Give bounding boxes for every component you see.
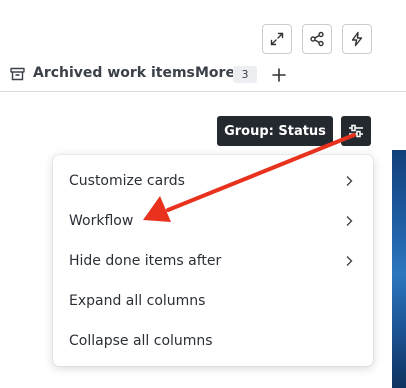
group-by-label: Group: Status <box>224 123 326 139</box>
tab-bar: Archived work items More 3 <box>0 58 406 92</box>
lightning-icon <box>351 31 363 47</box>
tab-archived-work-items[interactable]: Archived work items <box>33 65 195 81</box>
menu-item-workflow[interactable]: Workflow <box>53 201 373 241</box>
chevron-right-icon <box>346 256 353 266</box>
menu-item-expand-all-columns[interactable]: Expand all columns <box>53 281 373 321</box>
menu-item-label: Workflow <box>69 213 134 229</box>
automation-button[interactable] <box>342 24 372 54</box>
menu-item-label: Customize cards <box>69 173 185 189</box>
background-image-strip <box>392 150 406 388</box>
menu-item-label: Hide done items after <box>69 253 222 269</box>
expand-icon <box>270 32 284 46</box>
board-settings-menu: Customize cards Workflow Hide done items… <box>53 155 373 366</box>
share-button[interactable] <box>302 24 332 54</box>
group-by-button[interactable]: Group: Status <box>217 116 333 146</box>
menu-item-hide-done-items[interactable]: Hide done items after <box>53 241 373 281</box>
menu-item-label: Collapse all columns <box>69 333 213 349</box>
settings-sliders-icon <box>349 124 363 138</box>
share-icon <box>310 31 324 47</box>
menu-item-collapse-all-columns[interactable]: Collapse all columns <box>53 321 373 361</box>
menu-item-label: Expand all columns <box>69 293 206 309</box>
tab-more[interactable]: More <box>195 65 235 81</box>
expand-button[interactable] <box>262 24 292 54</box>
add-tab-icon[interactable] <box>271 67 287 83</box>
chevron-right-icon <box>346 176 353 186</box>
chevron-right-icon <box>346 216 353 226</box>
archive-icon <box>10 67 25 81</box>
menu-item-customize-cards[interactable]: Customize cards <box>53 161 373 201</box>
more-count-badge: 3 <box>233 66 257 83</box>
board-settings-button[interactable] <box>341 116 371 146</box>
